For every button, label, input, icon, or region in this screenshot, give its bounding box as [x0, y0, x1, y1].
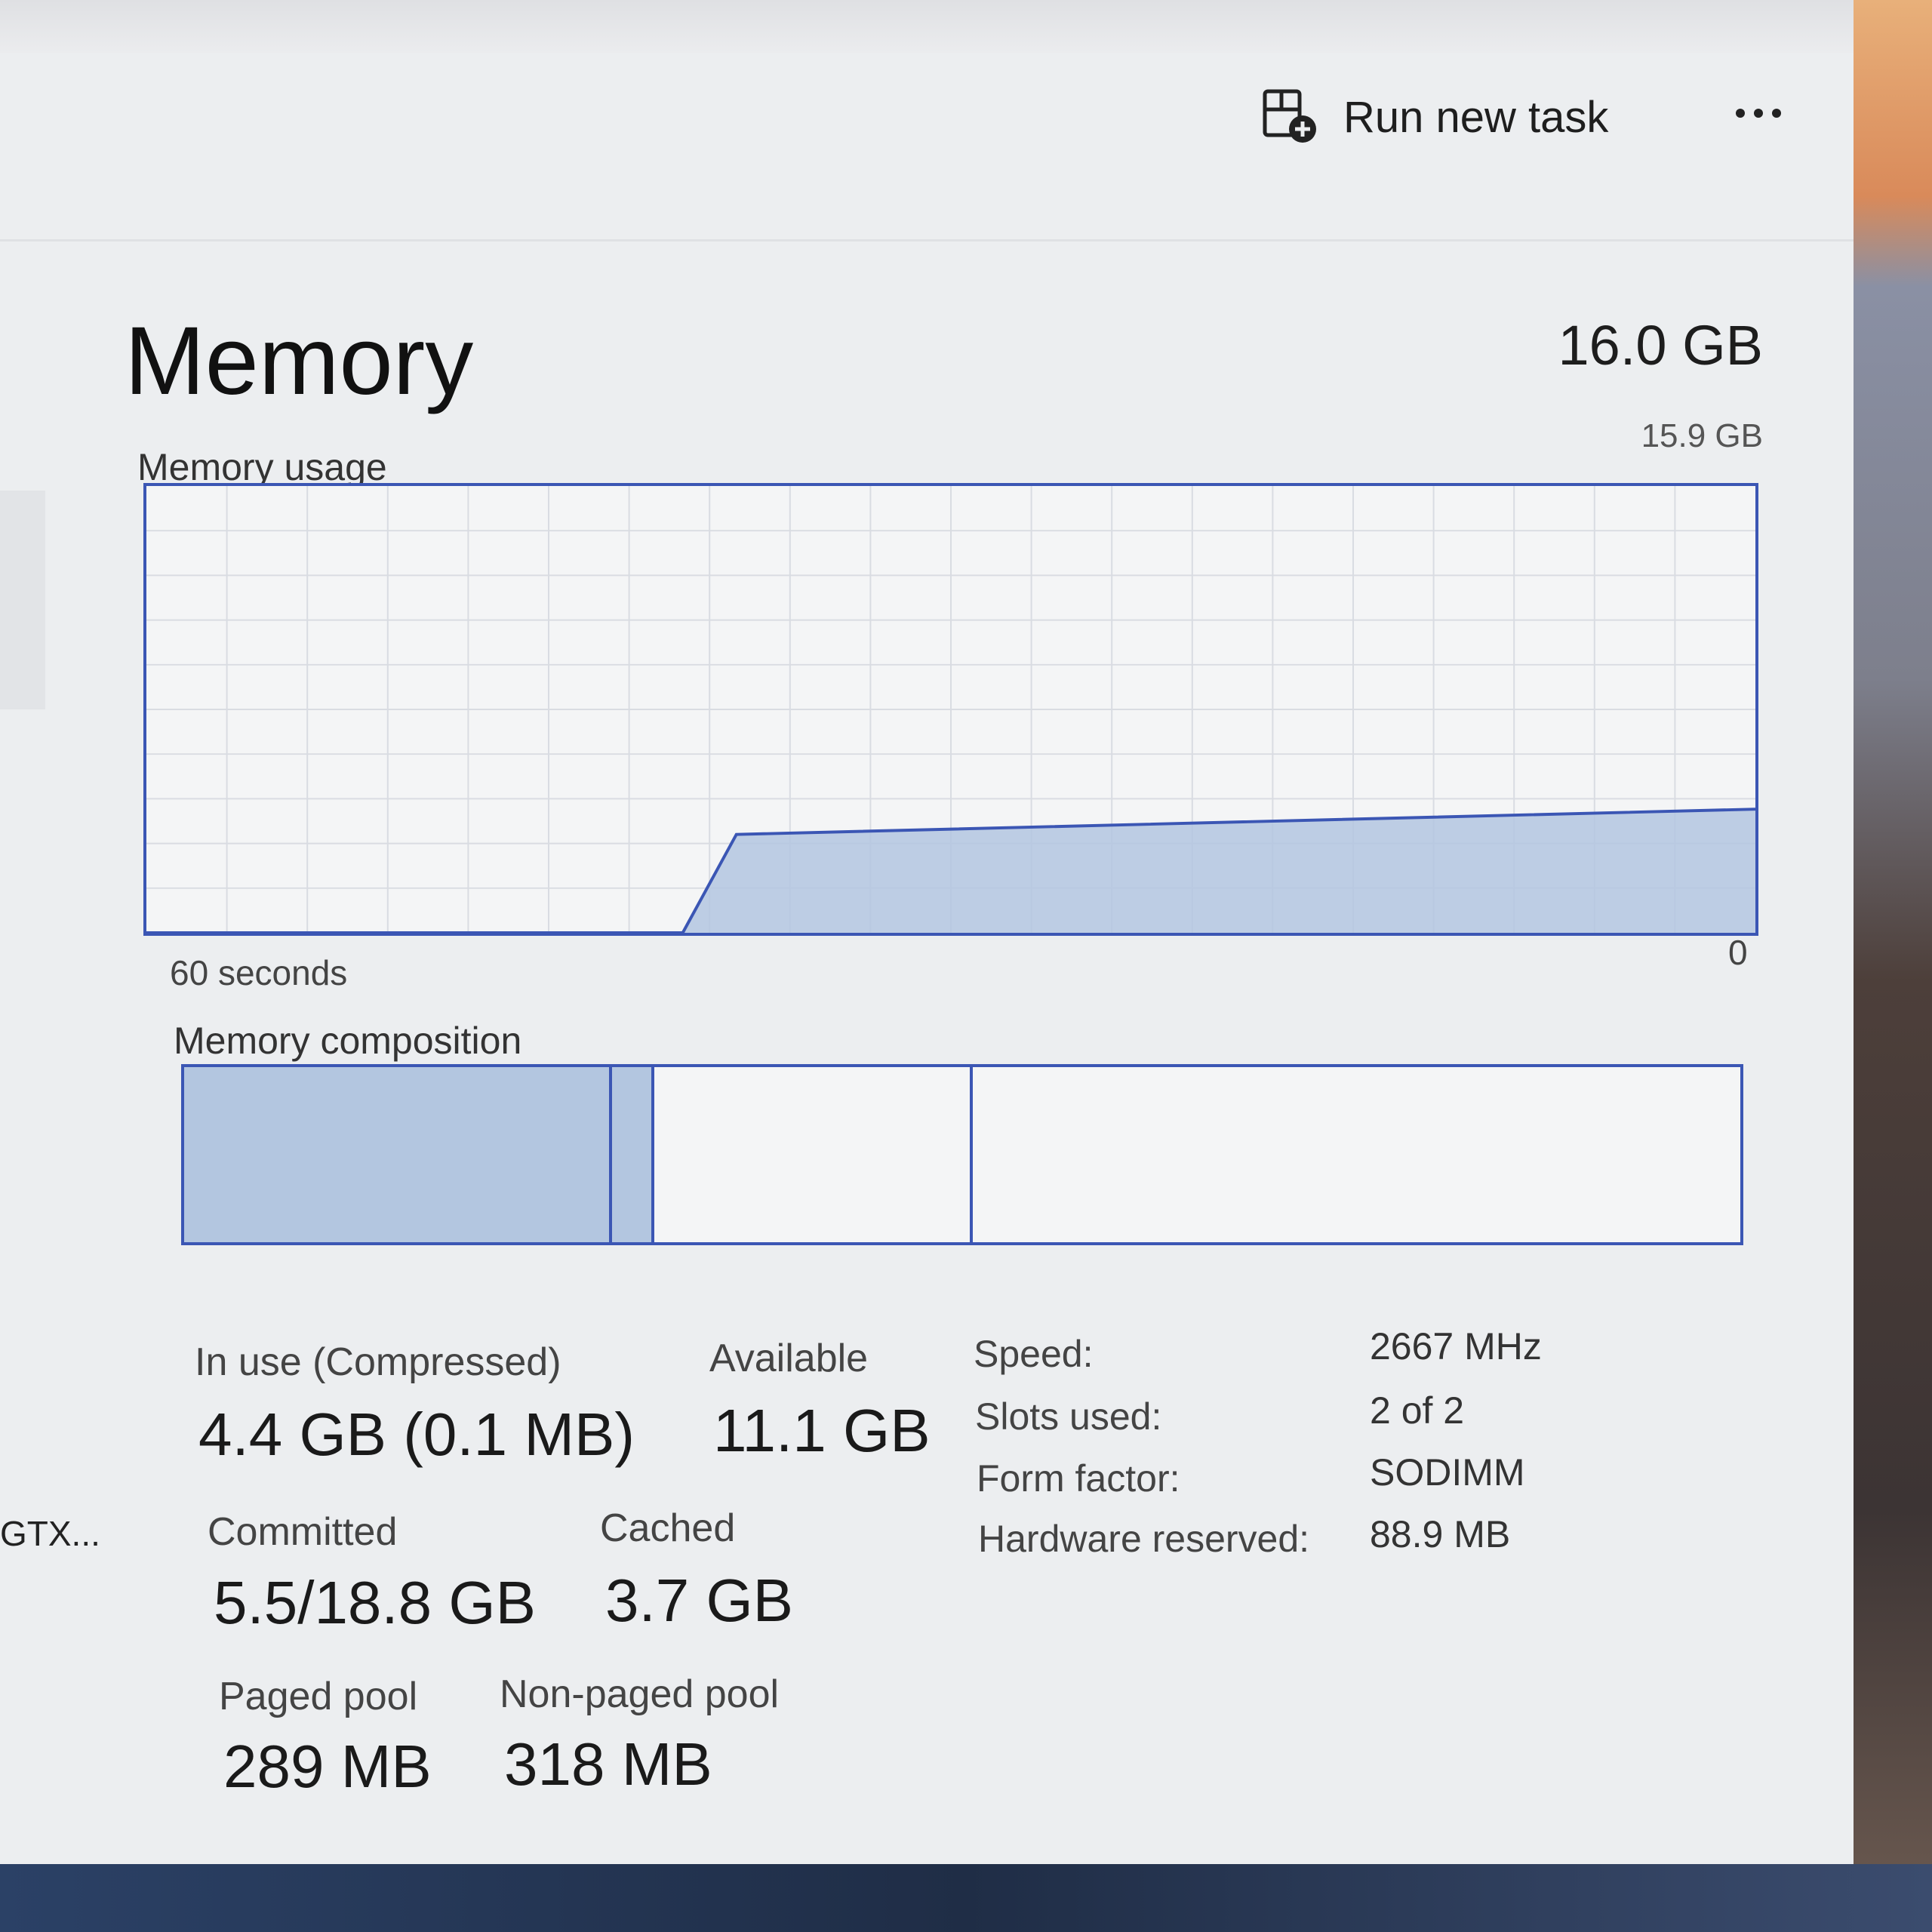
page-title: Memory	[125, 307, 474, 415]
paged-pool-label: Paged pool	[219, 1675, 418, 1718]
non-paged-pool-value: 318 MB	[504, 1730, 712, 1798]
composition-segment-free[interactable]	[973, 1067, 1740, 1242]
x-axis-right-label: 0	[1728, 933, 1748, 972]
in-use-label: In use (Compressed)	[195, 1340, 561, 1384]
non-paged-pool-label: Non-paged pool	[500, 1672, 780, 1716]
more-dot-icon	[1736, 109, 1745, 118]
sidebar-edge	[0, 491, 45, 709]
more-dot-icon	[1754, 109, 1763, 118]
memory-composition-bar	[181, 1064, 1743, 1245]
speed-label: Speed:	[974, 1333, 1094, 1375]
composition-segment-in-use[interactable]	[184, 1067, 613, 1242]
hardware-reserved-value: 88.9 MB	[1370, 1513, 1511, 1555]
composition-segment-standby[interactable]	[654, 1067, 974, 1242]
form-factor-label: Form factor:	[977, 1457, 1180, 1500]
form-factor-value: SODIMM	[1370, 1451, 1525, 1494]
slots-used-value: 2 of 2	[1370, 1389, 1465, 1432]
window-top-edge	[0, 0, 1854, 53]
chart-max-label: 15.9 GB	[1641, 417, 1763, 454]
more-dot-icon	[1772, 109, 1781, 118]
run-task-icon	[1260, 87, 1321, 147]
toolbar: Run new task	[0, 53, 1854, 242]
run-new-task-button[interactable]: Run new task	[1260, 83, 1608, 151]
cached-label: Cached	[600, 1506, 736, 1550]
total-memory: 16.0 GB	[1558, 314, 1763, 377]
memory-usage-chart	[146, 486, 1755, 933]
taskbar-edge	[0, 1864, 1932, 1932]
speed-value: 2667 MHz	[1370, 1325, 1542, 1367]
cached-value: 3.7 GB	[605, 1567, 794, 1634]
sidebar-item-gpu[interactable]: GTX...	[0, 1513, 100, 1554]
available-value: 11.1 GB	[713, 1397, 931, 1464]
committed-value: 5.5/18.8 GB	[214, 1569, 536, 1636]
task-manager-window: Run new task GTX... Memory 16.0 GB Memor…	[0, 0, 1854, 1864]
memory-usage-graph	[143, 483, 1758, 936]
in-use-value: 4.4 GB (0.1 MB)	[198, 1401, 635, 1468]
available-label: Available	[709, 1337, 869, 1380]
composition-segment-modified[interactable]	[612, 1067, 654, 1242]
x-axis-left-label: 60 seconds	[170, 953, 348, 992]
memory-composition-label: Memory composition	[174, 1020, 522, 1062]
run-new-task-label: Run new task	[1343, 92, 1609, 142]
hardware-reserved-label: Hardware reserved:	[978, 1518, 1310, 1560]
more-options-button[interactable]	[1721, 91, 1796, 136]
slots-used-label: Slots used:	[975, 1395, 1162, 1438]
paged-pool-value: 289 MB	[223, 1733, 432, 1800]
committed-label: Committed	[208, 1510, 398, 1554]
